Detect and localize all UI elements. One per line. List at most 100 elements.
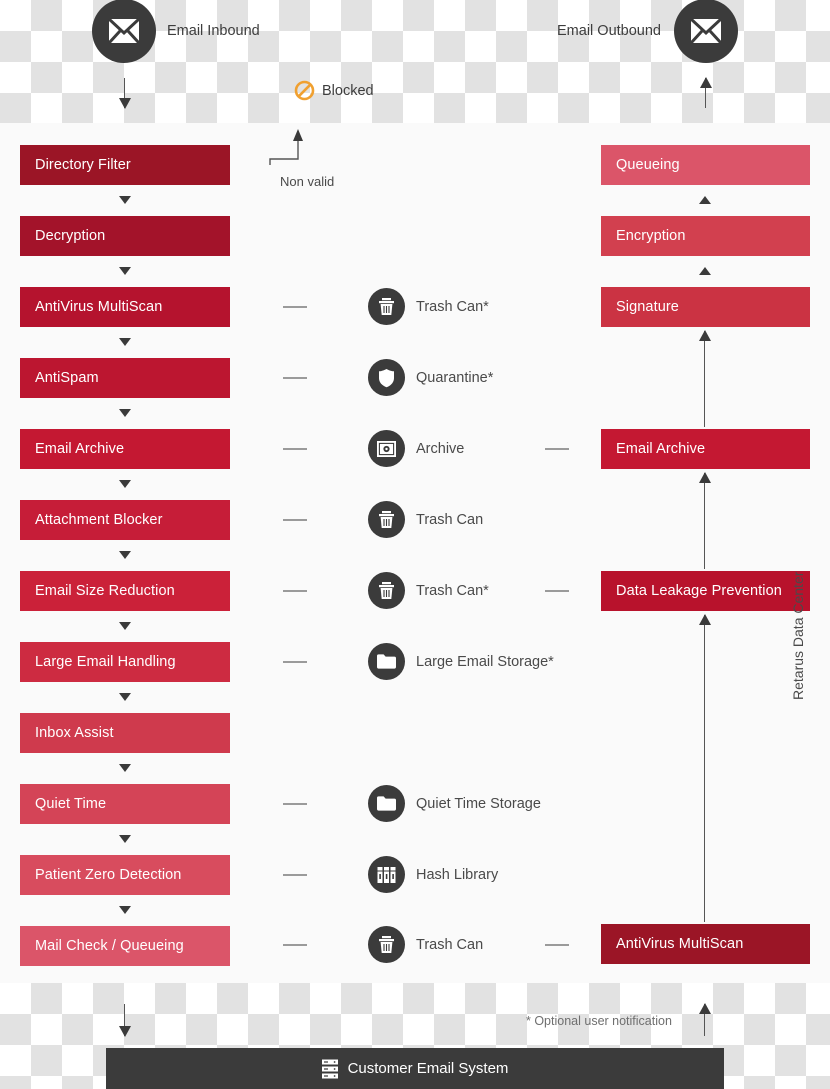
storage-label-trash-can-3: Trash Can* — [416, 582, 489, 599]
process-box-data-leakage-prevention[interactable]: Data Leakage Prevention — [601, 571, 810, 611]
box-label: Directory Filter — [35, 157, 131, 173]
box-label: AntiSpam — [35, 370, 99, 386]
flow-arrow-down — [119, 906, 131, 914]
storage-label-trash-can-4: Trash Can — [416, 936, 484, 953]
email-outbound-icon — [674, 0, 738, 63]
customer-email-system-bar[interactable]: Customer Email System — [106, 1048, 724, 1089]
process-box-signature[interactable]: Signature — [601, 287, 810, 327]
box-label: Email Archive — [616, 441, 706, 457]
flow-arrow-down — [119, 338, 131, 346]
process-box-directory-filter[interactable]: Directory Filter — [20, 145, 230, 185]
box-label: Mail Check / Queueing — [35, 938, 184, 954]
shield-icon — [368, 359, 405, 396]
connector-dash — [283, 803, 307, 805]
flow-arrow-down — [119, 267, 131, 275]
connector-dash — [283, 306, 307, 308]
process-box-antispam[interactable]: AntiSpam — [20, 358, 230, 398]
storage-label-large-email-storage: Large Email Storage* — [416, 653, 554, 670]
email-inbound-label: Email Inbound — [167, 23, 260, 39]
process-box-email-archive-outbound[interactable]: Email Archive — [601, 429, 810, 469]
non-valid-arrow — [269, 129, 303, 165]
outbound-arrow-dlp-to-archive — [699, 472, 711, 569]
connector-dash — [283, 377, 307, 379]
outbound-arrow-av-to-dlp — [699, 614, 711, 922]
process-box-patient-zero-detection[interactable]: Patient Zero Detection — [20, 855, 230, 895]
storage-label-trash-can-1: Trash Can* — [416, 298, 489, 315]
footnote-text: * Optional user notification — [526, 1014, 672, 1028]
connector-dash — [283, 661, 307, 663]
process-box-quiet-time[interactable]: Quiet Time — [20, 784, 230, 824]
box-label: Email Size Reduction — [35, 583, 175, 599]
process-box-queueing[interactable]: Queueing — [601, 145, 810, 185]
inbound-delivery-arrow — [119, 1004, 131, 1037]
process-box-encryption[interactable]: Encryption — [601, 216, 810, 256]
connector-dash — [545, 590, 569, 592]
box-label: Signature — [616, 299, 679, 315]
folder-icon — [368, 785, 405, 822]
non-valid-label: Non valid — [280, 174, 335, 189]
flow-arrow-down — [119, 480, 131, 488]
trash-can-icon — [368, 572, 405, 609]
connector-dash — [283, 590, 307, 592]
flow-arrow-down — [119, 835, 131, 843]
connector-dash — [545, 944, 569, 946]
storage-label-quarantine: Quarantine* — [416, 369, 494, 386]
outbound-arrow-archive-to-signature — [699, 330, 711, 427]
storage-label-quiet-time-storage: Quiet Time Storage — [416, 795, 541, 812]
process-box-large-email-handling[interactable]: Large Email Handling — [20, 642, 230, 682]
process-box-attachment-blocker[interactable]: Attachment Blocker — [20, 500, 230, 540]
connector-dash — [545, 448, 569, 450]
box-label: Attachment Blocker — [35, 512, 163, 528]
storage-label-archive: Archive — [416, 440, 465, 457]
trash-can-icon — [368, 926, 405, 963]
flow-arrow-down — [119, 693, 131, 701]
server-rack-icon — [321, 1059, 338, 1078]
email-outbound-label: Email Outbound — [557, 23, 661, 39]
process-box-antivirus-multiscan-out[interactable]: AntiVirus MultiScan — [601, 924, 810, 964]
box-label: Email Archive — [35, 441, 125, 457]
diagram-canvas: Email Inbound Email Outbound Blocked Non… — [0, 0, 830, 1089]
connector-dash — [283, 944, 307, 946]
flow-arrow-down — [119, 409, 131, 417]
storage-label-hash-library: Hash Library — [416, 866, 499, 883]
flow-arrow-up — [699, 267, 711, 275]
process-box-mail-check-queueing[interactable]: Mail Check / Queueing — [20, 926, 230, 966]
safe-icon — [368, 430, 405, 467]
storage-label-trash-can-2: Trash Can — [416, 511, 484, 528]
trash-can-icon — [368, 501, 405, 538]
connector-dash — [283, 874, 307, 876]
box-label: AntiVirus MultiScan — [616, 936, 744, 952]
flow-arrow-down — [119, 622, 131, 630]
prohibition-icon — [294, 80, 315, 101]
process-box-antivirus-multiscan[interactable]: AntiVirus MultiScan — [20, 287, 230, 327]
inbound-entry-arrow — [119, 78, 131, 109]
trash-can-icon — [368, 288, 405, 325]
box-label: Patient Zero Detection — [35, 867, 182, 883]
folder-icon — [368, 643, 405, 680]
outbound-entry-arrow — [699, 1003, 711, 1036]
customer-email-system-label: Customer Email System — [347, 1060, 509, 1077]
flow-arrow-down — [119, 551, 131, 559]
process-box-inbox-assist[interactable]: Inbox Assist — [20, 713, 230, 753]
box-label: Large Email Handling — [35, 654, 176, 670]
box-label: Queueing — [616, 157, 680, 173]
connector-dash — [283, 448, 307, 450]
blocked-label: Blocked — [322, 82, 374, 99]
box-label: Encryption — [616, 228, 686, 244]
email-inbound-icon — [92, 0, 156, 63]
outbound-exit-arrow — [700, 77, 712, 108]
flow-arrow-up — [699, 196, 711, 204]
flow-arrow-down — [119, 196, 131, 204]
box-label: Inbox Assist — [35, 725, 114, 741]
blocked-marker: Blocked — [294, 80, 374, 101]
process-box-decryption[interactable]: Decryption — [20, 216, 230, 256]
flow-arrow-down — [119, 764, 131, 772]
box-label: Decryption — [35, 228, 106, 244]
connector-dash — [283, 519, 307, 521]
process-box-email-size-reduction[interactable]: Email Size Reduction — [20, 571, 230, 611]
box-label: AntiVirus MultiScan — [35, 299, 163, 315]
binders-icon — [368, 856, 405, 893]
data-center-label: Retarus Data Center — [790, 571, 806, 700]
process-box-email-archive[interactable]: Email Archive — [20, 429, 230, 469]
box-label: Quiet Time — [35, 796, 107, 812]
